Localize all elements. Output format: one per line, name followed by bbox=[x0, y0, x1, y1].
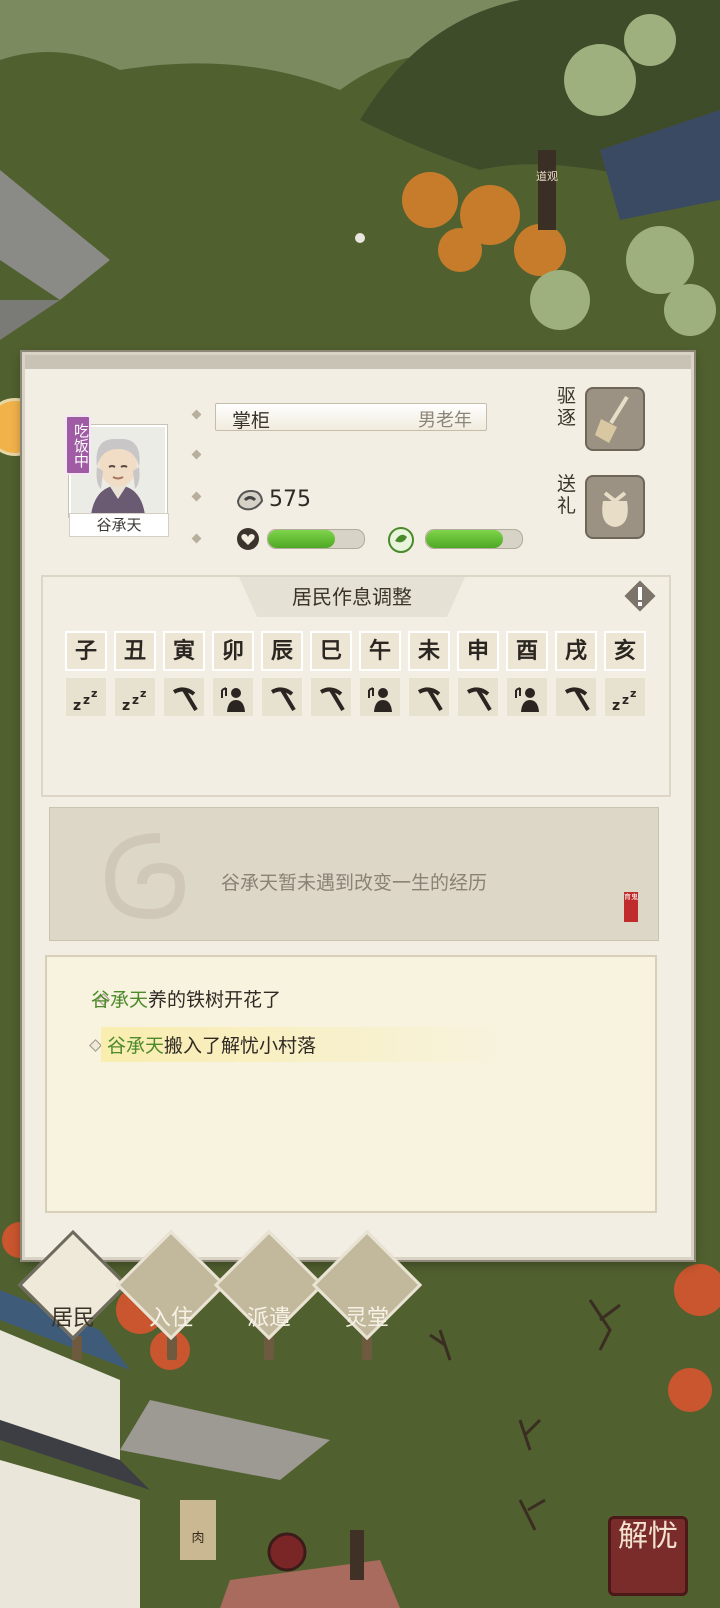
log-entry-text: 搬入了解忧小村落 bbox=[164, 1035, 317, 1057]
svg-text:z: z bbox=[122, 698, 130, 714]
bullet-dot bbox=[191, 491, 202, 502]
tab-memorial-hall-label: 灵堂 bbox=[344, 1306, 389, 1331]
heart-icon bbox=[237, 528, 259, 550]
schedule-activity-sleep[interactable]: zzz bbox=[114, 677, 156, 717]
schedule-hour-cell: 申 bbox=[457, 631, 499, 671]
svg-text:z: z bbox=[73, 698, 81, 714]
svg-text:z: z bbox=[622, 693, 629, 707]
schedule-hour-cell: 酉 bbox=[506, 631, 548, 671]
schedule-hour-cell: 亥 bbox=[604, 631, 646, 671]
gift-label: 送礼 bbox=[557, 473, 577, 517]
schedule-hour-cell: 子 bbox=[65, 631, 107, 671]
coin-icon bbox=[236, 489, 264, 511]
schedule-hour-cell: 丑 bbox=[114, 631, 156, 671]
log-entry: 谷承天搬入了解忧小村落 bbox=[101, 1027, 517, 1062]
svg-text:z: z bbox=[91, 687, 97, 700]
dialog-top-bar bbox=[25, 355, 691, 369]
sleep-zzz-icon: zzz bbox=[612, 687, 636, 714]
log-bullet bbox=[89, 1039, 102, 1052]
log-entry-name: 谷承天 bbox=[107, 1035, 165, 1057]
life-experience-panel: 谷承天暂未遇到改变一生的经历 育鬼 bbox=[49, 807, 659, 941]
schedule-hour-cell: 午 bbox=[359, 631, 401, 671]
svg-text:z: z bbox=[83, 693, 90, 707]
event-log: 谷承天养的铁树开花了 谷承天搬入了解忧小村落 bbox=[45, 955, 657, 1213]
schedule-activity-work[interactable] bbox=[457, 677, 499, 717]
mood-bar bbox=[425, 529, 523, 549]
shop-sign-label: 肉 bbox=[191, 1531, 204, 1546]
status-badge: 吃饭中 bbox=[65, 415, 91, 475]
health-bar bbox=[267, 529, 365, 549]
gift-button[interactable] bbox=[585, 475, 645, 539]
resident-name: 谷承天 bbox=[69, 513, 169, 537]
log-entry-name: 谷承天 bbox=[91, 989, 149, 1011]
schedule-title: 居民作息调整 bbox=[239, 577, 465, 617]
expel-label: 驱逐 bbox=[557, 385, 577, 429]
schedule-activity-work[interactable] bbox=[310, 677, 352, 717]
health-bar-fill bbox=[268, 530, 336, 548]
schedule-activity-leisure[interactable] bbox=[359, 677, 401, 717]
mood-bar-fill bbox=[426, 530, 503, 548]
resident-detail-dialog: 吃饭中 谷承天 掌柜 男老年 575 驱逐 送礼 居民作息调整 子 丑 寅 卯 … bbox=[22, 352, 694, 1260]
svg-text:z: z bbox=[612, 698, 620, 714]
leisure-person-icon bbox=[515, 687, 539, 712]
pickaxe-icon bbox=[172, 687, 198, 712]
bullet-dot bbox=[191, 533, 202, 544]
sleep-zzz-icon: zzz bbox=[122, 687, 146, 714]
gift-bag-icon bbox=[602, 491, 628, 527]
leisure-person-icon bbox=[368, 687, 392, 712]
log-entry-text: 养的铁树开花了 bbox=[148, 989, 282, 1011]
schedule-activity-work[interactable] bbox=[555, 677, 597, 717]
role-bar: 掌柜 男老年 bbox=[215, 403, 487, 432]
pickaxe-icon bbox=[270, 687, 296, 712]
svg-text:z: z bbox=[140, 687, 146, 700]
schedule-activity-leisure[interactable] bbox=[212, 677, 254, 717]
tab-residents-label: 居民 bbox=[50, 1306, 95, 1331]
svg-text:z: z bbox=[132, 693, 139, 707]
seal-stamp: 育鬼 bbox=[624, 892, 638, 922]
tab-move-in-label: 入住 bbox=[148, 1306, 193, 1331]
schedule-hour-cell: 卯 bbox=[212, 631, 254, 671]
schedule-activity-work[interactable] bbox=[261, 677, 303, 717]
schedule-hour-cell: 戌 bbox=[555, 631, 597, 671]
bullet-dot bbox=[191, 409, 202, 420]
schedule-activity-work[interactable] bbox=[163, 677, 205, 717]
coin-count: 575 bbox=[269, 487, 311, 512]
log-entry: 谷承天养的铁树开花了 bbox=[91, 985, 281, 1012]
leisure-person-icon bbox=[221, 687, 245, 712]
schedule-hour-cell: 巳 bbox=[310, 631, 352, 671]
signpost-label: 道观 bbox=[536, 169, 558, 183]
sex-age-label: 男老年 bbox=[418, 410, 472, 431]
mood-leaf-icon bbox=[388, 527, 414, 553]
schedule-hour-cell: 寅 bbox=[163, 631, 205, 671]
bullet-dot bbox=[191, 449, 202, 460]
jieyou-button[interactable]: 解忧 bbox=[608, 1516, 688, 1596]
experience-text: 谷承天暂未遇到改变一生的经历 bbox=[220, 872, 487, 894]
schedule-activity-leisure[interactable] bbox=[506, 677, 548, 717]
tab-hanger bbox=[167, 1336, 177, 1360]
schedule-activity-work[interactable] bbox=[408, 677, 450, 717]
schedule-activity-sleep[interactable]: zzz bbox=[604, 677, 646, 717]
role-label: 掌柜 bbox=[232, 410, 271, 432]
sleep-zzz-icon: zzz bbox=[73, 687, 97, 714]
warning-icon[interactable] bbox=[621, 577, 659, 615]
tab-dispatch-label: 派遣 bbox=[246, 1306, 291, 1331]
schedule-activity-sleep[interactable]: zzz bbox=[65, 677, 107, 717]
broom-icon bbox=[595, 395, 629, 443]
svg-text:z: z bbox=[630, 687, 636, 700]
schedule-hour-cell: 未 bbox=[408, 631, 450, 671]
pickaxe-icon bbox=[564, 687, 590, 712]
pickaxe-icon bbox=[466, 687, 492, 712]
schedule-hour-cell: 辰 bbox=[261, 631, 303, 671]
pickaxe-icon bbox=[417, 687, 443, 712]
pickaxe-icon bbox=[319, 687, 345, 712]
expel-button[interactable] bbox=[585, 387, 645, 451]
